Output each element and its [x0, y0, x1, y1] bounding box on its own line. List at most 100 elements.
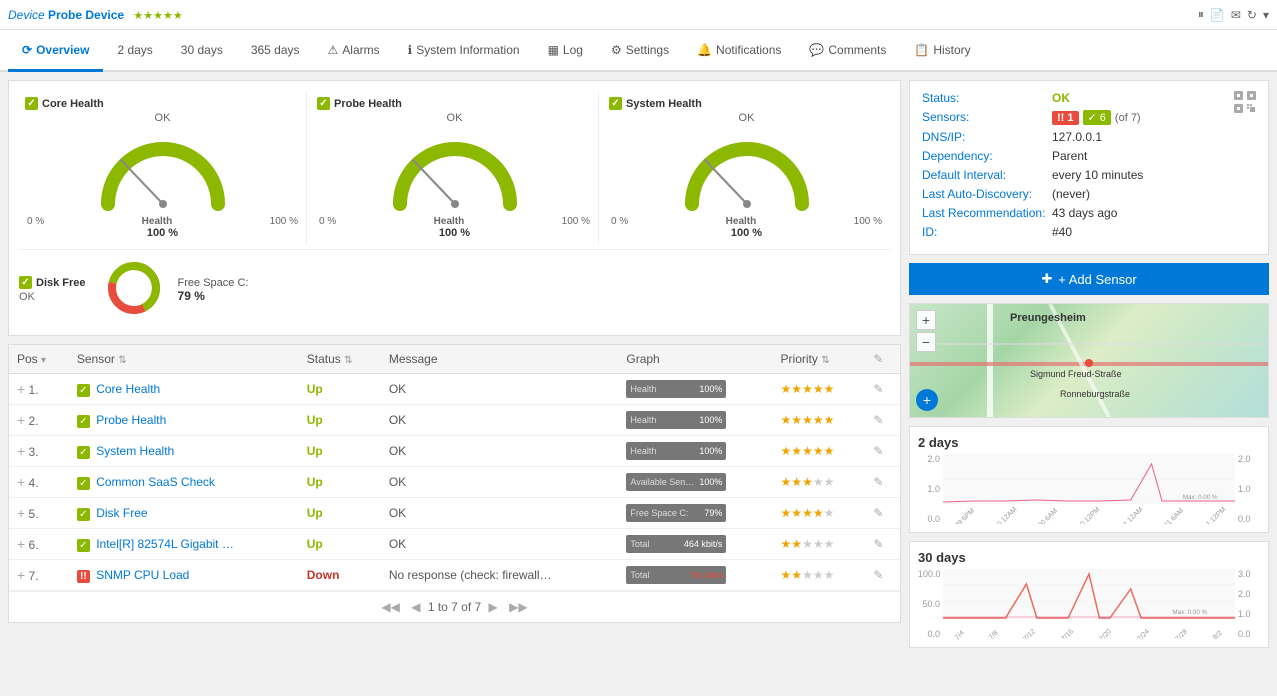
cell-pos[interactable]: + 4. — [9, 467, 69, 498]
cell-pos[interactable]: + 2. — [9, 405, 69, 436]
cell-status: Up — [299, 529, 381, 560]
cell-edit[interactable]: ✎ — [865, 529, 900, 560]
check-icon-system: ✓ — [609, 97, 622, 110]
add-sensor-button[interactable]: ✚ + Add Sensor — [909, 263, 1269, 295]
cell-priority: ★★★★★ — [773, 467, 866, 498]
cell-sensor[interactable]: ✓ Disk Free — [69, 498, 299, 529]
cell-sensor[interactable]: !! SNMP CPU Load — [69, 560, 299, 591]
col-graph: Graph — [618, 345, 772, 374]
error-badge: !! 1 — [1052, 111, 1079, 125]
chart-30days-svg: Max: 0.00 % — [943, 569, 1235, 619]
cell-sensor[interactable]: ✓ Common SaaS Check — [69, 467, 299, 498]
log-icon: ▦ — [548, 43, 559, 57]
prev-btn[interactable]: ◀ — [411, 600, 420, 614]
top-bar: Device Probe Device ★★★★★ ⏸ 📄 ✉ ↻ ▾ — [0, 0, 1277, 30]
probe-health-labels: 0 % Health 100 % — [317, 216, 592, 227]
cell-priority: ★★★★★ — [773, 560, 866, 591]
email-icon[interactable]: ✉ — [1231, 8, 1241, 22]
status-label: Status: — [922, 91, 1052, 105]
recommendation-label: Last Recommendation: — [922, 206, 1052, 220]
chart-2days-svg: Max: 0.00 % — [943, 454, 1235, 504]
col-pos[interactable]: Pos ▾ — [9, 345, 69, 374]
dependency-value: Parent — [1052, 149, 1087, 163]
cell-pos[interactable]: + 5. — [9, 498, 69, 529]
cell-status: Up — [299, 467, 381, 498]
col-status[interactable]: Status ⇅ — [299, 345, 381, 374]
sensors-label: Sensors: — [922, 110, 1052, 124]
col-priority[interactable]: Priority ⇅ — [773, 345, 866, 374]
status-value: OK — [1052, 91, 1070, 105]
probe-health-title: Probe Health — [334, 98, 402, 110]
cell-sensor[interactable]: ✓ Probe Health — [69, 405, 299, 436]
system-health-value: 100 % — [609, 227, 884, 239]
tab-overview[interactable]: ⟳ Overview — [8, 30, 103, 72]
map-location-label: Preungesheim — [1010, 312, 1086, 324]
svg-text:Max: 0.00 %: Max: 0.00 % — [1172, 609, 1207, 616]
tab-system-info[interactable]: ℹ System Information — [394, 30, 534, 72]
cell-graph: Available Sen… 100% — [618, 467, 772, 498]
next-btn[interactable]: ▶ — [489, 600, 498, 614]
tab-log[interactable]: ▦ Log — [534, 30, 597, 72]
cell-edit[interactable]: ✎ — [865, 436, 900, 467]
col-message: Message — [381, 345, 619, 374]
tab-2days[interactable]: 2 days — [103, 30, 166, 72]
cell-pos[interactable]: + 1. — [9, 374, 69, 405]
expand-map-btn[interactable]: + — [916, 389, 938, 411]
pause-icon[interactable]: ⏸ — [1198, 7, 1204, 22]
dropdown-icon[interactable]: ▾ — [1263, 8, 1269, 22]
cell-graph: Health 100% — [618, 405, 772, 436]
cell-message: OK — [381, 436, 619, 467]
tab-history[interactable]: 📋 History — [900, 30, 984, 72]
disk-free-row: ✓ Disk Free OK Free Space C: 79 % — [19, 254, 890, 325]
cell-sensor[interactable]: ✓ Intel[R] 82574L Gigabit … — [69, 529, 299, 560]
check-icon-core: ✓ — [25, 97, 38, 110]
cell-edit[interactable]: ✎ — [865, 498, 900, 529]
cell-sensor[interactable]: ✓ Core Health — [69, 374, 299, 405]
tab-settings[interactable]: ⚙ Settings — [597, 30, 683, 72]
refresh-icon[interactable]: ↻ — [1247, 8, 1257, 22]
zoom-in-btn[interactable]: + — [916, 310, 936, 330]
chart-30days-title: 30 days — [918, 550, 1260, 565]
prev-page-btn[interactable]: ◀◀ — [381, 600, 399, 614]
tab-alarms[interactable]: ⚠ Alarms — [314, 30, 394, 72]
cell-status: Down — [299, 560, 381, 591]
chart-2days-y-right: 2.0 1.0 0.0 — [1235, 454, 1260, 524]
gauge-system-health: ✓ System Health OK 0 % H — [603, 91, 890, 245]
map-placeholder: Preungesheim Sigmund Freud-Straße Ronneb… — [910, 304, 1268, 417]
cell-edit[interactable]: ✎ — [865, 405, 900, 436]
nav-bar: ⟳ Overview 2 days 30 days 365 days ⚠ Ala… — [0, 30, 1277, 72]
tab-30days[interactable]: 30 days — [167, 30, 237, 72]
disk-gauge-svg — [104, 258, 164, 318]
qr-icon[interactable] — [1234, 91, 1256, 116]
chart-30days-x: 7/4 7/8 7/12 7/16 7/20 7/24 7/28 8/2 — [943, 619, 1235, 639]
cell-graph: Health 100% — [618, 436, 772, 467]
cell-pos[interactable]: + 3. — [9, 436, 69, 467]
map-marker — [1085, 359, 1093, 367]
document-icon[interactable]: 📄 — [1210, 8, 1225, 22]
cell-graph: Total 464 kbit/s — [618, 529, 772, 560]
cell-status: Up — [299, 374, 381, 405]
system-health-labels: 0 % Health 100 % — [609, 216, 884, 227]
main-layout: ✓ Core Health OK — [0, 72, 1277, 664]
cell-status: Up — [299, 498, 381, 529]
next-page-btn[interactable]: ▶▶ — [509, 600, 527, 614]
zoom-out-btn[interactable]: − — [916, 332, 936, 352]
tab-365days[interactable]: 365 days — [237, 30, 314, 72]
col-sensor[interactable]: Sensor ⇅ — [69, 345, 299, 374]
cell-pos[interactable]: + 7. — [9, 560, 69, 591]
tab-comments[interactable]: 💬 Comments — [795, 30, 900, 72]
cell-edit[interactable]: ✎ — [865, 467, 900, 498]
chart-30days-y-right: 3.0 2.0 1.0 0.0 — [1235, 569, 1260, 639]
gauge-probe-health: ✓ Probe Health OK 0 % He — [311, 91, 599, 245]
cell-pos[interactable]: + 6. — [9, 529, 69, 560]
disk-free-label: Free Space C: — [178, 277, 249, 289]
right-panel: Status: OK Sensors: !! 1 ✓ 6 (of 7) DNS/… — [909, 80, 1269, 656]
cell-sensor[interactable]: ✓ System Health — [69, 436, 299, 467]
tab-notifications[interactable]: 🔔 Notifications — [683, 30, 795, 72]
cell-edit[interactable]: ✎ — [865, 374, 900, 405]
id-label: ID: — [922, 225, 1052, 239]
device-title: Device Probe Device ★★★★★ — [8, 8, 183, 22]
cell-edit[interactable]: ✎ — [865, 560, 900, 591]
chart-2days-area: 2.0 1.0 0.0 2.0 1.0 0.0 — [918, 454, 1260, 524]
core-health-title: Core Health — [42, 98, 104, 110]
